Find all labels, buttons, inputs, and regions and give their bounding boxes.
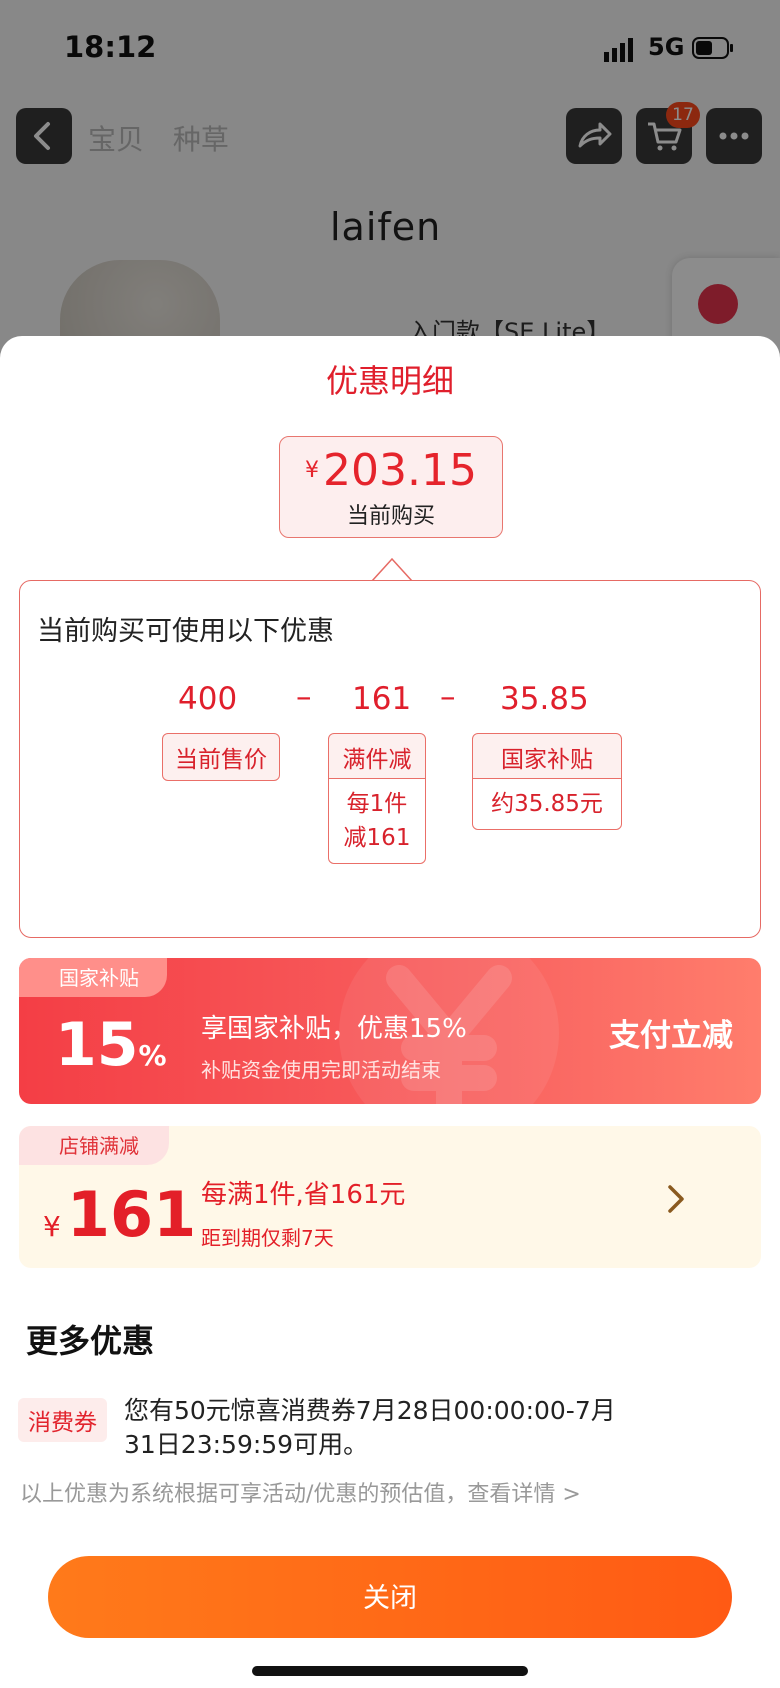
subsidy-tag-sub: 约35.85元 — [473, 779, 621, 829]
base-price-number: 400 — [178, 681, 238, 717]
background-page: 18:12 5G 宝贝 种草 17 laifen 入门款【SE Lite】 — [0, 0, 780, 378]
currency-symbol: ¥ — [43, 1210, 61, 1243]
coupon-description: 您有50元惊喜消费券7月28日00:00:00-7月31日23:59:59可用。 — [124, 1396, 616, 1459]
subsidy-title: 享国家补贴，优惠15% — [201, 1014, 467, 1044]
store-discount-title: 每满1件,省161元 — [201, 1180, 406, 1210]
promo-heading: 当前购买可使用以下优惠 — [37, 616, 334, 647]
dim-overlay[interactable] — [0, 0, 780, 360]
subsidy-tag-head: 国家补贴 — [473, 734, 621, 779]
home-indicator — [252, 1666, 528, 1676]
estimate-disclaimer-link[interactable]: 以上优惠为系统根据可享活动/优惠的预估值，查看详情 > — [20, 1476, 581, 1508]
coupon-tag: 消费券 — [18, 1398, 107, 1442]
minus-sign: – — [440, 679, 456, 715]
base-price-tag: 当前售价 — [162, 733, 280, 781]
currency-symbol: ¥ — [305, 458, 320, 483]
subsidy-tag: 国家补贴 约35.85元 — [472, 733, 622, 830]
promo-pointer — [371, 557, 413, 582]
store-discount-tag: 店铺满减 — [19, 1126, 169, 1165]
minus-sign: – — [296, 679, 312, 715]
sheet-title: 优惠明细 — [325, 362, 454, 400]
current-price-value: 203.15 — [323, 445, 477, 496]
subsidy-description: 补贴资金使用完即活动结束 — [201, 1058, 441, 1082]
promo-breakdown-box: 当前购买可使用以下优惠 400 – 161 – 35.85 当前售价 满件减 每… — [19, 580, 761, 938]
subsidy-number: 35.85 — [500, 681, 589, 717]
national-subsidy-tag: 国家补贴 — [19, 958, 167, 997]
current-price-label: 当前购买 — [346, 504, 435, 529]
close-button[interactable]: 关闭 — [48, 1556, 732, 1638]
national-subsidy-card[interactable]: 国家补贴 15% 享国家补贴，优惠15% 补贴资金使用完即活动结束 支付立减 — [19, 958, 761, 1104]
store-discount-amount: ¥161 — [43, 1178, 196, 1251]
full-reduction-tag-sub: 每1件 减161 — [329, 779, 425, 863]
store-discount-expiry: 距到期仅剩7天 — [201, 1226, 334, 1250]
more-discounts-heading: 更多优惠 — [26, 1322, 155, 1360]
percent-sign: % — [138, 1039, 167, 1072]
full-reduction-number: 161 — [352, 681, 412, 717]
chevron-right-icon[interactable] — [663, 1182, 689, 1216]
full-reduction-tag-head: 满件减 — [329, 734, 425, 779]
pay-discount-label: 支付立减 — [609, 1018, 733, 1054]
store-discount-card[interactable]: 店铺满减 ¥161 每满1件,省161元 距到期仅剩7天 — [19, 1126, 761, 1268]
discount-detail-sheet: 优惠明细 ¥203.15 当前购买 当前购买可使用以下优惠 400 – 161 … — [0, 336, 780, 1688]
store-discount-number: 161 — [66, 1178, 197, 1251]
subsidy-percentage-number: 15 — [55, 1010, 139, 1080]
current-price-box: ¥203.15 当前购买 — [279, 436, 503, 538]
subsidy-percentage: 15% — [55, 1010, 167, 1080]
full-reduction-tag: 满件减 每1件 减161 — [328, 733, 426, 864]
